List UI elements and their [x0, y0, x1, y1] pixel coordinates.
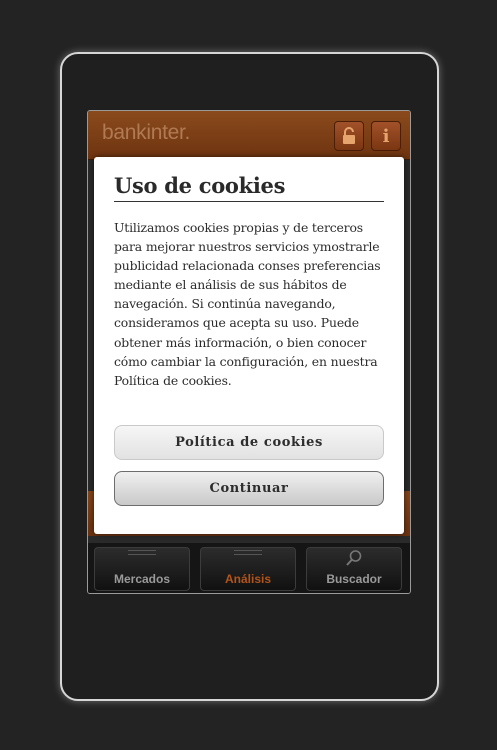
dialog-title: Uso de cookies [114, 173, 384, 202]
bars-icon [128, 550, 156, 555]
bars-icon [234, 550, 262, 555]
lock-button[interactable] [334, 121, 364, 151]
tab-label: Buscador [326, 572, 382, 586]
info-button[interactable]: i [371, 121, 401, 151]
search-icon [346, 550, 362, 566]
tab-mercados[interactable]: Mercados [94, 547, 190, 591]
cookie-dialog: Uso de cookies Utilizamos cookies propia… [94, 157, 404, 534]
tab-analisis[interactable]: Análisis [200, 547, 296, 591]
dialog-body-text: Utilizamos cookies propias y de terceros… [114, 220, 381, 388]
tab-label: Mercados [113, 572, 171, 586]
tab-label: Análisis [224, 572, 272, 586]
bankinter-logo: bankinter. [102, 121, 191, 144]
info-icon: i [382, 126, 390, 147]
lock-icon [343, 127, 355, 144]
app-header: bankinter. i [88, 111, 410, 160]
cookie-policy-button[interactable]: Política de cookies [114, 425, 384, 460]
bottom-tab-bar: Mercados Análisis Buscador [88, 543, 410, 593]
continue-button[interactable]: Continuar [114, 471, 384, 506]
tab-buscador[interactable]: Buscador [306, 547, 402, 591]
